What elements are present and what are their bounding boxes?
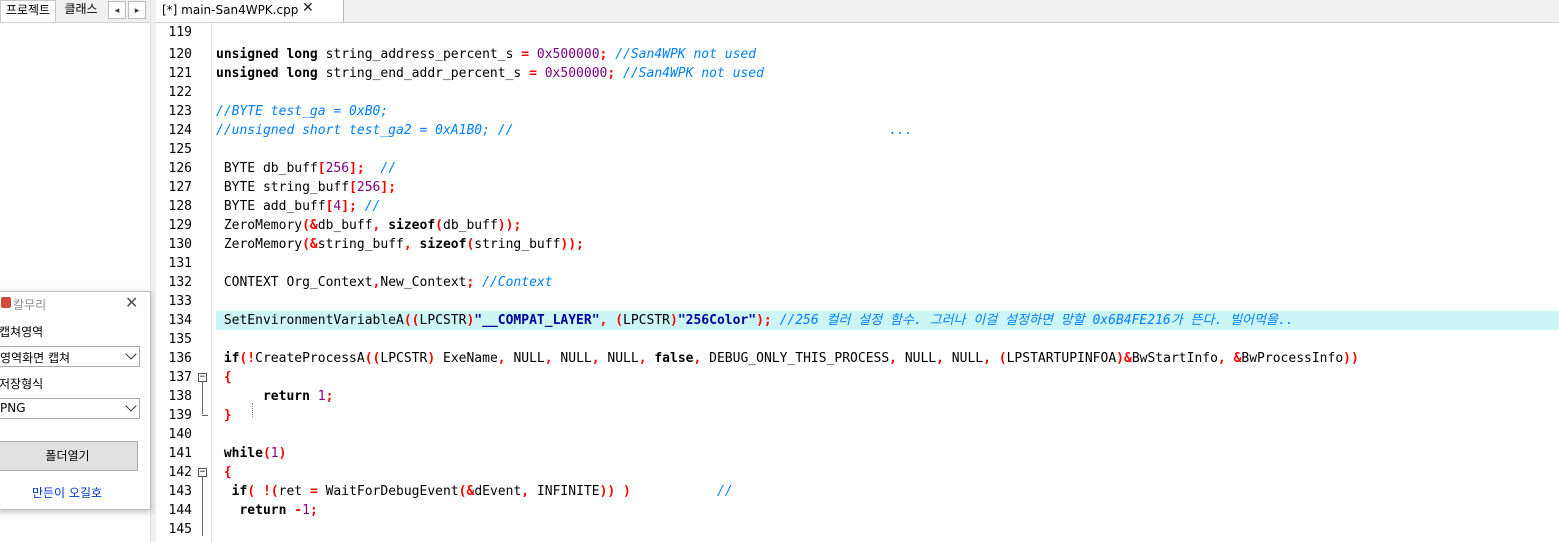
code-line-120: unsigned long string_address_percent_s =… bbox=[216, 47, 757, 62]
editor-tab-label: [*] main-San4WPK.cpp bbox=[162, 3, 299, 17]
tab-class[interactable]: 클래스 bbox=[58, 0, 104, 21]
line-number: 133 bbox=[168, 294, 192, 309]
open-folder-button[interactable]: 폴더열기 bbox=[0, 441, 138, 471]
code-line-137: { bbox=[223, 370, 232, 385]
line-number: 122 bbox=[168, 85, 192, 100]
code-area[interactable]: unsigned long string_address_percent_s =… bbox=[216, 23, 1559, 542]
capture-tool-window: 칼무리 ✕ 캡쳐영역 영역화면 캡쳐 저장형식 PNG 폴더열기 만든이 오길호 bbox=[0, 291, 151, 510]
code-line-139: } bbox=[223, 408, 232, 423]
fold-guide bbox=[202, 476, 203, 536]
code-line-130: ZeroMemory(&string_buff, sizeof(string_b… bbox=[216, 237, 584, 252]
capture-area-select[interactable]: 영역화면 캡쳐 bbox=[0, 346, 140, 367]
save-format-label: 저장형식 bbox=[0, 377, 44, 391]
line-number-gutter: 119 120 121 122 123 124 125 126 127 128 129 130 131 1… bbox=[156, 23, 211, 542]
line-number: 145 bbox=[168, 522, 192, 537]
chevron-down-icon bbox=[125, 400, 137, 412]
line-number: 141 bbox=[168, 446, 192, 461]
close-icon[interactable]: ✕ bbox=[125, 293, 138, 312]
code-line-124: //unsigned short test_ga2 = 0xA1B0; // .… bbox=[216, 123, 913, 138]
line-number: 125 bbox=[168, 142, 192, 157]
arrow-left-icon: ◂ bbox=[114, 6, 120, 16]
line-number: 134 bbox=[168, 313, 192, 328]
code-editor[interactable]: 119 120 121 122 123 124 125 126 127 128 129 130 131 1… bbox=[156, 23, 1559, 542]
code-line-134: SetEnvironmentVariableA((LPCSTR)"__COMPA… bbox=[216, 311, 1559, 330]
line-number: 123 bbox=[168, 104, 192, 119]
capture-titlebar[interactable]: 칼무리 ✕ bbox=[0, 292, 150, 314]
code-line-121: unsigned long string_end_addr_percent_s … bbox=[216, 66, 764, 81]
fold-guide-end bbox=[202, 415, 208, 416]
fold-guide bbox=[202, 381, 203, 414]
code-line-128: BYTE add_buff[4]; // bbox=[216, 199, 381, 214]
line-number: 138 bbox=[168, 389, 192, 404]
indent-guide bbox=[252, 403, 253, 417]
left-tab-bar: 프로젝트 클래스 ◂ ▸ bbox=[0, 0, 150, 23]
save-format-value: PNG bbox=[0, 401, 26, 415]
code-line-138: return 1; bbox=[262, 389, 334, 404]
line-number: 129 bbox=[168, 218, 192, 233]
line-number: 143 bbox=[168, 484, 192, 499]
app-icon bbox=[1, 297, 11, 308]
code-line-142: { bbox=[223, 465, 232, 480]
line-number: 126 bbox=[168, 161, 192, 176]
line-number: 136 bbox=[168, 351, 192, 366]
code-line-141: while(1) bbox=[223, 446, 287, 461]
tab-scroll-right-button[interactable]: ▸ bbox=[128, 1, 146, 19]
capture-window-title: 칼무리 bbox=[13, 298, 47, 312]
tab-project[interactable]: 프로젝트 bbox=[0, 0, 56, 22]
line-number: 135 bbox=[168, 332, 192, 347]
line-number: 119 bbox=[168, 25, 192, 40]
capture-area-value: 영역화면 캡쳐 bbox=[0, 351, 71, 365]
editor-tab-bar: [*] main-San4WPK.cpp ✕ bbox=[156, 0, 1559, 23]
line-number: 139 bbox=[168, 408, 192, 423]
code-line-143: if( !(ret = WaitForDebugEvent(&dEvent, I… bbox=[231, 484, 733, 499]
line-number: 120 bbox=[168, 47, 192, 62]
line-number: 140 bbox=[168, 427, 192, 442]
line-number: 124 bbox=[168, 123, 192, 138]
arrow-right-icon: ▸ bbox=[134, 6, 140, 16]
maker-link[interactable]: 만든이 오길호 bbox=[0, 484, 135, 501]
save-format-select[interactable]: PNG bbox=[0, 398, 140, 419]
line-number: 121 bbox=[168, 66, 192, 81]
code-line-129: ZeroMemory(&db_buff, sizeof(db_buff)); bbox=[216, 218, 522, 233]
code-line-132: CONTEXT Org_Context,New_Context; //Conte… bbox=[216, 275, 553, 290]
code-line-127: BYTE string_buff[256]; bbox=[216, 180, 397, 195]
capture-area-label: 캡쳐영역 bbox=[0, 325, 44, 339]
line-number: 132 bbox=[168, 275, 192, 290]
code-line-136: if(!CreateProcessA((LPCSTR) ExeName, NUL… bbox=[223, 351, 1359, 366]
line-number: 144 bbox=[168, 503, 192, 518]
code-line-126: BYTE db_buff[256]; // bbox=[216, 161, 397, 176]
line-number: 131 bbox=[168, 256, 192, 271]
line-number: 142 bbox=[168, 465, 192, 480]
code-line-123: //BYTE test_ga = 0xB0; bbox=[216, 104, 389, 119]
gutter-separator bbox=[211, 23, 212, 542]
line-number: 127 bbox=[168, 180, 192, 195]
code-line-144: return -1; bbox=[239, 503, 318, 518]
tab-scroll-left-button[interactable]: ◂ bbox=[108, 1, 126, 19]
close-icon[interactable]: ✕ bbox=[302, 0, 314, 16]
line-number: 137 bbox=[168, 370, 192, 385]
line-number: 128 bbox=[168, 199, 192, 214]
line-number: 130 bbox=[168, 237, 192, 252]
chevron-down-icon bbox=[125, 348, 137, 360]
tab-main-san4wpk-cpp[interactable]: [*] main-San4WPK.cpp ✕ bbox=[156, 0, 344, 22]
